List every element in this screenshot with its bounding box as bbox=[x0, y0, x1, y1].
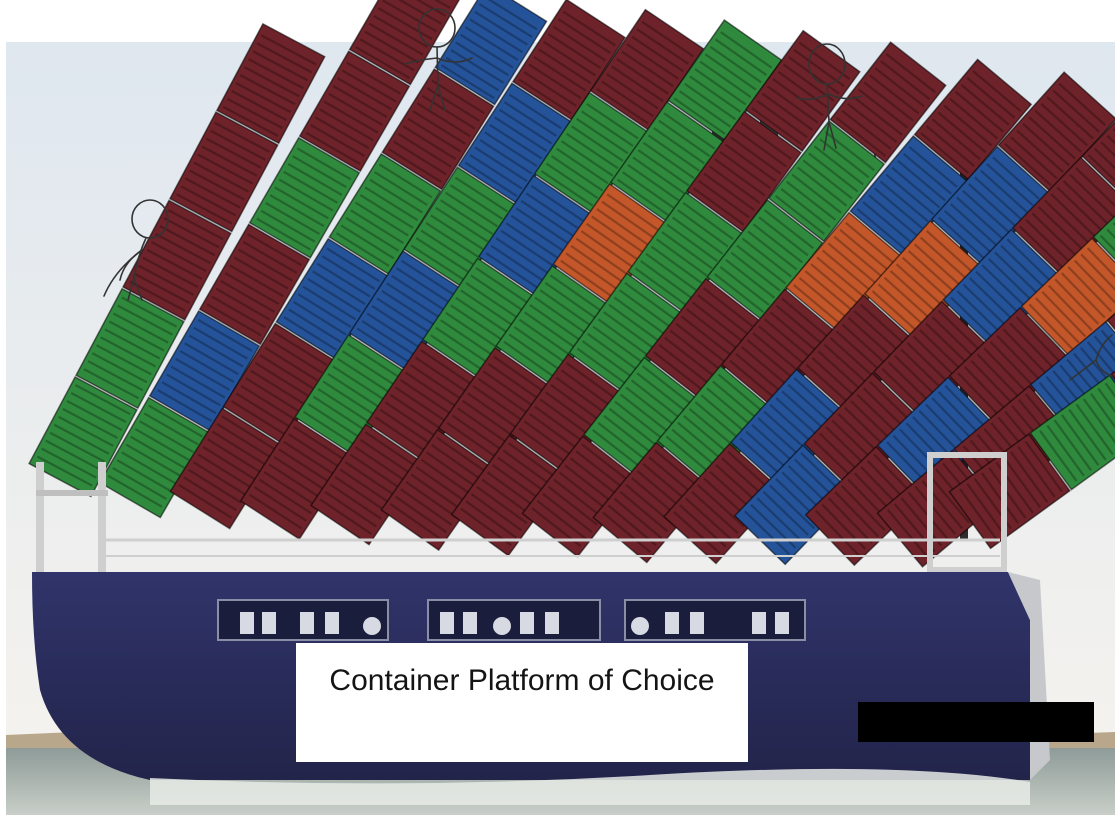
meme-scene: Container Platform of Choice bbox=[0, 0, 1115, 821]
caption-text: Container Platform of Choice bbox=[329, 664, 715, 697]
caption-box: Container Platform of Choice bbox=[296, 643, 748, 762]
redaction-bar bbox=[858, 702, 1094, 742]
hull-fittings bbox=[217, 599, 806, 641]
